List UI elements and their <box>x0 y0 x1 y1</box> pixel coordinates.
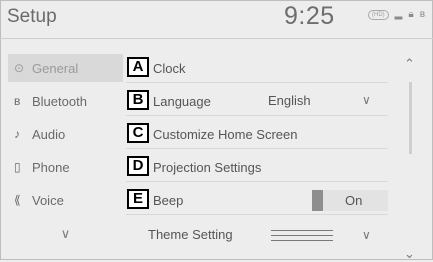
callout-label: D <box>127 156 149 176</box>
row-divider <box>126 115 388 116</box>
sidebar-more-chevron-icon[interactable]: ∨ <box>8 220 123 248</box>
setting-label: Customize Home Screen <box>153 126 298 142</box>
sidebar-item-label: General <box>32 60 79 76</box>
status-icons: (HD) ▂ 🔒︎ ʙ <box>368 9 425 20</box>
toggle-state: On <box>345 193 363 208</box>
beep-toggle[interactable]: On <box>312 190 388 211</box>
callout-label: B <box>127 90 149 110</box>
signal-icon: ▂ <box>394 9 403 20</box>
chevron-down-icon: ∨ <box>362 93 371 107</box>
scroll-up-icon[interactable]: ⌃ <box>404 56 415 72</box>
scroll-thumb[interactable] <box>409 82 412 154</box>
setting-row-language[interactable]: B Language English ∨ <box>126 87 388 116</box>
page-title: Setup <box>7 6 57 27</box>
hd-badge: (HD) <box>368 9 389 20</box>
gear-icon: ⊙ <box>14 61 25 75</box>
sidebar-item-voice[interactable]: ⟪ Voice <box>8 186 123 214</box>
lock-icon: 🔒︎ <box>408 9 414 20</box>
sidebar-item-label: Audio <box>32 126 66 142</box>
toggle-indicator <box>312 190 323 211</box>
callout-label: A <box>127 57 149 77</box>
language-value: English <box>268 93 311 108</box>
setting-label: Theme Setting <box>148 227 233 242</box>
sidebar-item-label: Phone <box>32 159 70 175</box>
row-divider <box>126 148 388 149</box>
sidebar-item-phone[interactable]: ▯ Phone <box>8 153 123 181</box>
clock-time: 9:25 <box>284 2 335 30</box>
setting-row-customize-home[interactable]: C Customize Home Screen <box>126 120 388 149</box>
setting-label: Clock <box>153 60 186 76</box>
sidebar-item-label: Voice <box>32 192 64 208</box>
bluetooth-icon: ʙ <box>14 94 21 108</box>
setting-row-clock[interactable]: A Clock <box>126 54 388 83</box>
sidebar-item-bluetooth[interactable]: ʙ Bluetooth <box>8 87 123 115</box>
scrollbar[interactable]: ⌃ ⌄ <box>400 50 424 261</box>
chevron-down-icon: ∨ <box>362 228 371 242</box>
row-divider <box>126 214 388 215</box>
sidebar-item-general[interactable]: ⊙ General <box>8 54 123 82</box>
setting-label: Projection Settings <box>153 159 262 175</box>
setting-row-projection[interactable]: D Projection Settings <box>126 153 388 182</box>
sidebar-item-label: Bluetooth <box>32 93 87 109</box>
setting-label: Beep <box>153 192 184 208</box>
theme-preview-icon <box>271 230 333 244</box>
sidebar-item-audio[interactable]: ♪ Audio <box>8 120 123 148</box>
bluetooth-icon: ʙ <box>419 9 426 20</box>
row-divider <box>126 181 388 182</box>
voice-icon: ⟪ <box>14 193 21 207</box>
callout-label: C <box>127 123 149 143</box>
music-note-icon: ♪ <box>14 127 20 141</box>
phone-icon: ▯ <box>14 160 21 174</box>
row-divider <box>126 82 388 83</box>
header-divider <box>0 38 433 39</box>
setting-label: Language <box>153 93 211 109</box>
setting-row-beep[interactable]: E Beep On <box>126 186 388 215</box>
setting-row-theme[interactable]: Theme Setting ∨ <box>126 222 388 250</box>
callout-label: E <box>127 189 149 209</box>
header-bar: Setup 9:25 (HD) ▂ 🔒︎ ʙ <box>0 0 433 38</box>
